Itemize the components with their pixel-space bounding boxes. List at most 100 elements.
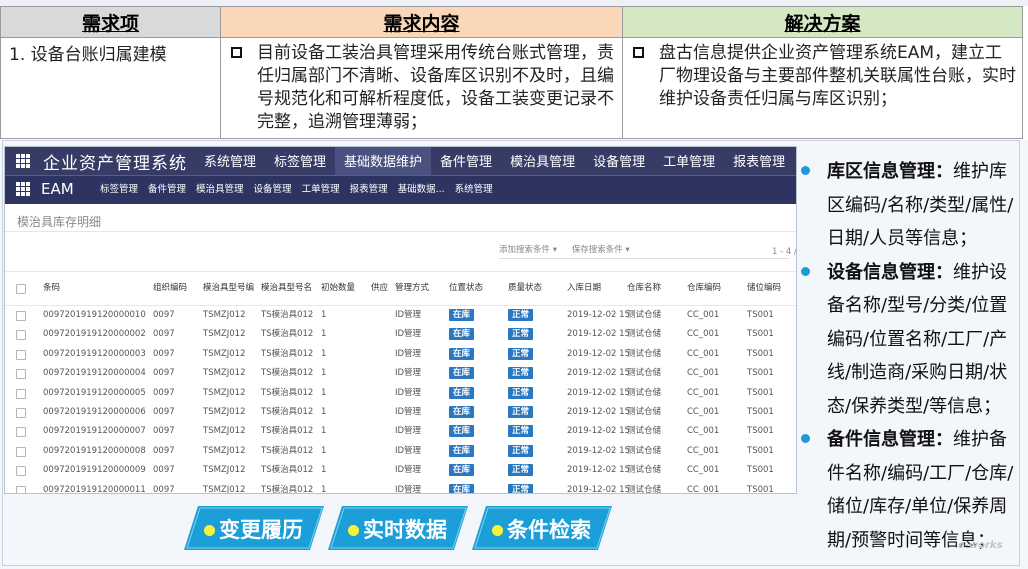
- nav-item-label[interactable]: 标签管理: [265, 147, 335, 175]
- cell-location-status: 在库: [449, 306, 475, 325]
- realtime-data-button[interactable]: 实时数据: [328, 506, 468, 550]
- solution-text: 盘古信息提供企业资产管理系统EAM，建立工厂物理设备与主要部件整机关联属性台账，…: [659, 43, 1016, 109]
- cell-location-status: 在库: [449, 422, 475, 441]
- row-checkbox[interactable]: [16, 466, 26, 477]
- cell-bin-code: TS001: [747, 387, 774, 398]
- cell-quality-status: 正常: [508, 325, 534, 344]
- main-nav: 系统管理 标签管理 基础数据维护 备件管理 模治具管理 设备管理 工单管理 报表…: [195, 147, 794, 175]
- row-checkbox[interactable]: [16, 388, 26, 399]
- cell-barcode: 0097201919120000011: [43, 484, 146, 494]
- cell-quality-status: 正常: [508, 461, 534, 480]
- cell-mold-model-name: TS模治具012: [261, 368, 314, 379]
- cell-org-code: 0097: [153, 368, 175, 379]
- column-header-bin-code[interactable]: 储位编码: [747, 272, 781, 305]
- row-checkbox[interactable]: [16, 369, 26, 380]
- cell-initial-qty: 1: [321, 310, 327, 320]
- row-checkbox[interactable]: [16, 485, 26, 493]
- cell-warehouse-name: 测试仓储: [627, 329, 662, 340]
- cell-barcode: 0097201919120000002: [43, 329, 146, 340]
- nav-item-equipment[interactable]: 设备管理: [584, 147, 654, 175]
- quality-status-badge: 正常: [508, 367, 534, 380]
- row-checkbox[interactable]: [16, 407, 26, 418]
- column-header-warehouse-name[interactable]: 仓库名称: [627, 272, 661, 305]
- eam-nav: 标签管理 备件管理 模治具管理 设备管理 工单管理 报表管理 基础数据... 系…: [95, 176, 498, 204]
- subnav-item-system[interactable]: 系统管理: [450, 176, 498, 204]
- cell-warehouse-name: 测试仓储: [627, 406, 662, 417]
- cell-storage-date: 2019-12-02 15: [567, 445, 630, 456]
- change-history-label: 变更履历: [219, 518, 303, 542]
- cell-location-status: 在库: [449, 325, 475, 344]
- subnav-item-molds[interactable]: 模治具管理: [191, 176, 249, 204]
- nav-item-reports[interactable]: 报表管理: [724, 147, 794, 175]
- subnav-item-equipment[interactable]: 设备管理: [249, 176, 297, 204]
- change-history-button[interactable]: 变更履历: [184, 506, 324, 550]
- nav-item-basic-data[interactable]: 基础数据维护: [335, 147, 432, 175]
- cell-org-code: 0097: [153, 484, 175, 494]
- row-checkbox[interactable]: [16, 330, 26, 341]
- nav-item-molds[interactable]: 模治具管理: [501, 147, 584, 175]
- cell-storage-date: 2019-12-02 15: [567, 368, 630, 379]
- subnav-item-work-orders[interactable]: 工单管理: [297, 176, 345, 204]
- yellow-dot-icon: [348, 525, 359, 536]
- subnav-item-basic-data[interactable]: 基础数据...: [393, 176, 450, 204]
- quality-status-badge: 正常: [508, 464, 534, 477]
- subnav-item-label[interactable]: 标签管理: [95, 176, 143, 204]
- bullet-dot-icon: [801, 434, 810, 443]
- column-header-management-mode[interactable]: 管理方式: [395, 272, 429, 305]
- table-row[interactable]: 0097201919120000004 0097 TSMZJ012 TS模治具012 1…: [5, 364, 796, 383]
- cell-mold-model-code: TSMZJ012: [203, 348, 246, 359]
- select-all-checkbox[interactable]: [16, 284, 26, 294]
- eam-screenshot: 企业资产管理系统 系统管理 标签管理 基础数据维护 备件管理 模治具管理 设备管…: [4, 146, 797, 494]
- table-row[interactable]: 0097201919120000011 0097 TSMZJ012 TS模治具012 1…: [5, 481, 796, 494]
- column-header-quality-status[interactable]: 质量状态: [508, 272, 542, 305]
- cell-barcode: 0097201919120000007: [43, 426, 146, 437]
- table-row[interactable]: 0097201919120000002 0097 TSMZJ012 TS模治具012 1…: [5, 325, 796, 344]
- cell-management-mode: ID管理: [395, 484, 422, 494]
- cell-warehouse-code: CC_001: [687, 406, 720, 417]
- column-header-mold-model-code[interactable]: 模治具型号编: [203, 272, 254, 305]
- column-header-storage-date[interactable]: 入库日期: [567, 272, 601, 305]
- subnav-item-spare-parts[interactable]: 备件管理: [143, 176, 191, 204]
- cell-quality-status: 正常: [508, 306, 534, 325]
- table-row[interactable]: 0097201919120000009 0097 TSMZJ012 TS模治具012 1…: [5, 461, 796, 480]
- condition-search-button[interactable]: 条件检索: [472, 506, 612, 550]
- row-checkbox[interactable]: [16, 311, 26, 321]
- table-row[interactable]: 0097201919120000010 0097 TSMZJ012 TS模治具012 1…: [5, 306, 796, 325]
- row-checkbox[interactable]: [16, 427, 26, 438]
- cell-mold-model-code: TSMZJ012: [203, 387, 246, 398]
- table-row[interactable]: 0097201919120000006 0097 TSMZJ012 TS模治具012 1…: [5, 403, 796, 422]
- table-row[interactable]: 0097201919120000003 0097 TSMZJ012 TS模治具012 1…: [5, 345, 796, 364]
- column-header-org-code[interactable]: 组织编码: [153, 272, 187, 305]
- cell-quality-status: 正常: [508, 384, 534, 403]
- subnav-item-reports[interactable]: 报表管理: [345, 176, 393, 204]
- row-checkbox[interactable]: [16, 349, 26, 360]
- row-checkbox[interactable]: [16, 446, 26, 457]
- table-row[interactable]: 0097201919120000007 0097 TSMZJ012 TS模治具012 1…: [5, 422, 796, 441]
- column-header-warehouse-code[interactable]: 仓库编码: [687, 272, 721, 305]
- add-search-condition-button[interactable]: 添加搜索条件 ▾: [499, 245, 557, 255]
- column-header-mold-model-name[interactable]: 模治具型号名: [261, 272, 312, 305]
- column-header-supplier[interactable]: 供应: [371, 272, 388, 305]
- column-header-location-status[interactable]: 位置状态: [449, 272, 483, 305]
- cell-initial-qty: 1: [321, 387, 327, 398]
- apps-grid-icon[interactable]: [16, 182, 30, 196]
- cell-mold-model-code: TSMZJ012: [203, 329, 246, 340]
- location-status-badge: 在库: [449, 367, 475, 380]
- cell-bin-code: TS001: [747, 406, 774, 417]
- column-header-initial-qty[interactable]: 初始数量: [321, 272, 355, 305]
- page-title: 模治具库存明细: [17, 215, 102, 229]
- nav-item-spare-parts[interactable]: 备件管理: [431, 147, 501, 175]
- cell-quality-status: 正常: [508, 364, 534, 383]
- header-requirement-item: 需求项: [0, 6, 221, 38]
- table-row[interactable]: 0097201919120000008 0097 TSMZJ012 TS模治具012 1…: [5, 442, 796, 461]
- save-search-condition-button[interactable]: 保存搜索条件 ▾: [572, 245, 630, 255]
- nav-item-work-orders[interactable]: 工单管理: [654, 147, 724, 175]
- column-header-barcode[interactable]: 条码: [43, 272, 60, 305]
- nav-item-system[interactable]: 系统管理: [195, 147, 265, 175]
- cell-mold-model-name: TS模治具012: [261, 484, 314, 494]
- cell-org-code: 0097: [153, 445, 175, 456]
- cell-mold-model-code: TSMZJ012: [203, 426, 246, 437]
- table-row[interactable]: 0097201919120000005 0097 TSMZJ012 TS模治具012 1…: [5, 384, 796, 403]
- cell-storage-date: 2019-12-02 15: [567, 387, 630, 398]
- apps-grid-icon[interactable]: [16, 154, 30, 168]
